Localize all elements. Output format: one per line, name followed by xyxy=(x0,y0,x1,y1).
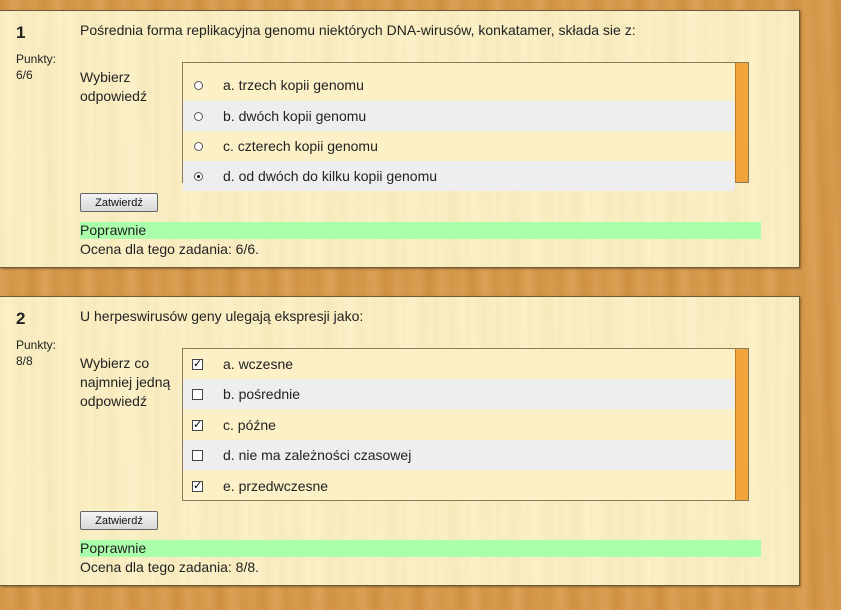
checkbox-checked[interactable]: ✓ xyxy=(192,358,203,370)
score-text: Ocena dla tego zadania: 8/8. xyxy=(80,559,260,575)
answer-option-b[interactable]: b. pośrednie xyxy=(183,379,735,409)
points-value: 8/8 xyxy=(16,354,33,368)
checkbox[interactable] xyxy=(192,388,203,400)
answer-option-d[interactable]: d. od dwóch do kilku kopii genomu xyxy=(183,161,735,191)
radio-button[interactable] xyxy=(194,141,203,151)
answer-option-b[interactable]: b. dwóch kopii genomu xyxy=(183,101,735,131)
answer-label[interactable]: a. wczesne xyxy=(223,356,293,372)
checkbox-checked[interactable]: ✓ xyxy=(192,419,203,431)
checkbox-checked[interactable]: ✓ xyxy=(192,480,203,492)
feedback-correct: Poprawnie xyxy=(80,540,761,557)
question-text: Pośrednia forma replikacyjna genomu niek… xyxy=(80,22,636,38)
question-1: 1 Punkty: 6/6 Pośrednia forma replikacyj… xyxy=(0,10,800,268)
score-text: Ocena dla tego zadania: 6/6. xyxy=(80,241,260,257)
answer-list: ✓ a. wczesne b. pośrednie ✓ c. późne d. … xyxy=(182,348,749,501)
radio-button-selected[interactable] xyxy=(194,171,203,181)
checkbox[interactable] xyxy=(192,449,203,461)
answer-option-c[interactable]: ✓ c. późne xyxy=(183,410,735,440)
answer-prompt: Wybierz odpowiedź xyxy=(80,69,147,104)
points-value: 6/6 xyxy=(16,68,33,82)
radio-button[interactable] xyxy=(194,111,203,121)
submit-button[interactable]: Zatwierdź xyxy=(80,193,158,212)
points-label: Punkty: xyxy=(16,338,57,352)
answer-option-c[interactable]: c. czterech kopii genomu xyxy=(183,131,735,161)
question-text: U herpeswirusów geny ulegają ekspresji j… xyxy=(80,308,364,324)
feedback-correct: Poprawnie xyxy=(80,222,761,239)
answer-prompt: Wybierz co najmniej jedną odpowiedź xyxy=(80,355,171,409)
answer-label[interactable]: d. od dwóch do kilku kopii genomu xyxy=(223,168,437,184)
answer-label[interactable]: b. dwóch kopii genomu xyxy=(223,108,366,124)
answer-label[interactable]: a. trzech kopii genomu xyxy=(223,77,364,93)
answer-option-e[interactable]: ✓ e. przedwczesne xyxy=(183,471,735,501)
submit-button[interactable]: Zatwierdź xyxy=(80,511,158,530)
answer-option-a[interactable]: a. trzech kopii genomu xyxy=(183,70,735,100)
points-label: Punkty: xyxy=(16,52,57,66)
answer-option-a[interactable]: ✓ a. wczesne xyxy=(183,349,735,379)
answer-list: a. trzech kopii genomu b. dwóch kopii ge… xyxy=(182,62,749,191)
answer-label[interactable]: e. przedwczesne xyxy=(223,478,328,494)
scrollbar[interactable] xyxy=(735,63,748,182)
answer-label[interactable]: d. nie ma zależności czasowej xyxy=(223,447,411,463)
points-info: Punkty: 8/8 xyxy=(16,337,56,369)
question-2: 2 Punkty: 8/8 U herpeswirusów geny ulega… xyxy=(0,296,800,586)
question-number: 2 xyxy=(16,309,26,328)
answer-label[interactable]: b. pośrednie xyxy=(223,386,300,402)
question-number: 1 xyxy=(16,23,26,42)
answer-label[interactable]: c. późne xyxy=(223,417,276,433)
points-info: Punkty: 6/6 xyxy=(16,51,56,83)
answer-label[interactable]: c. czterech kopii genomu xyxy=(223,138,378,154)
answer-option-d[interactable]: d. nie ma zależności czasowej xyxy=(183,440,735,470)
radio-button[interactable] xyxy=(194,80,203,90)
scrollbar[interactable] xyxy=(735,349,748,500)
